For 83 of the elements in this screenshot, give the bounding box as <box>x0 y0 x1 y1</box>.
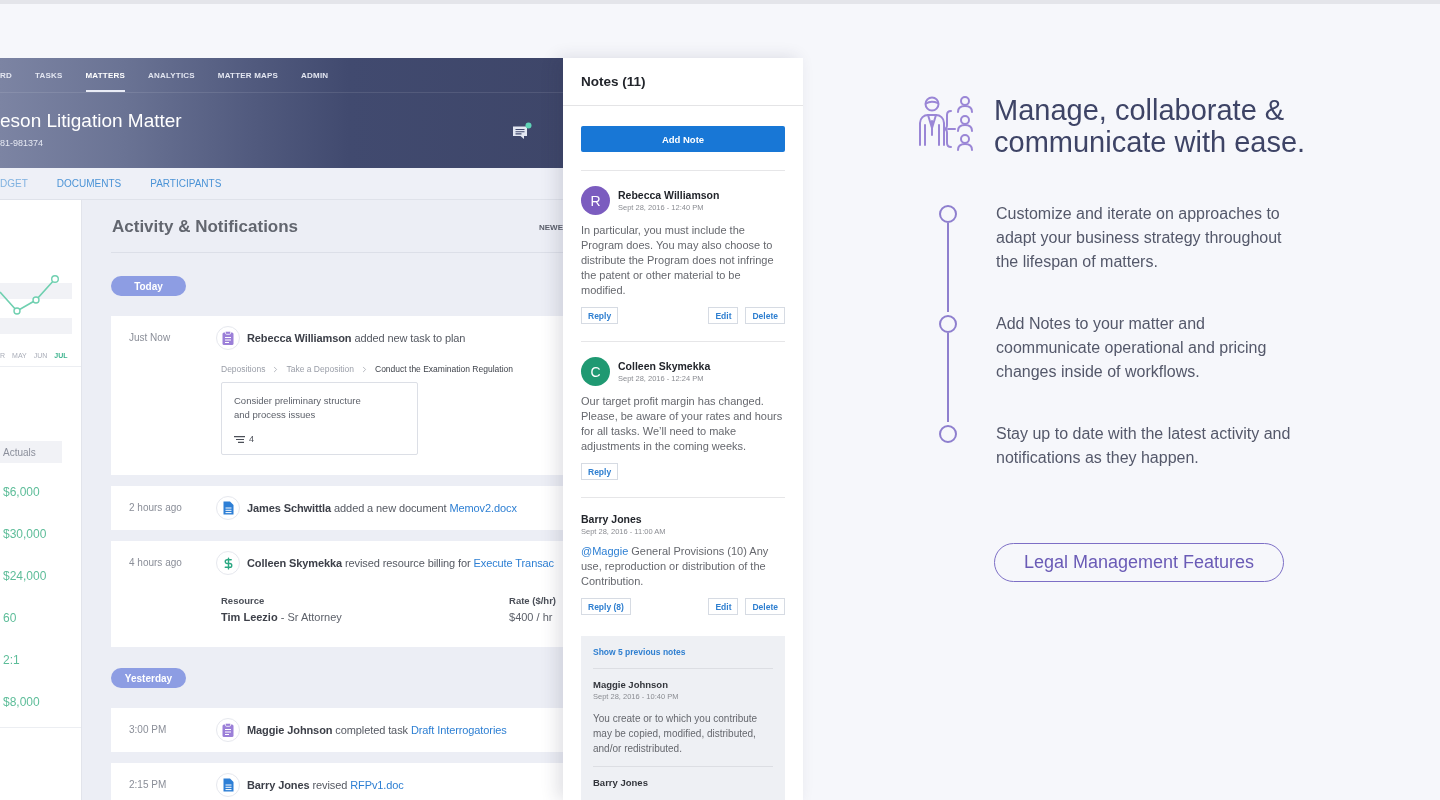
actual-value: $6,000 <box>3 485 40 499</box>
chevron-icon <box>360 364 369 374</box>
feature-heading: Manage, collaborate & communicate with ease. <box>994 94 1307 158</box>
activity-link[interactable]: Draft Interrogatories <box>410 724 507 736</box>
avatar: R <box>581 186 610 215</box>
sub-nav-tab[interactable]: PARTICIPANTS <box>150 178 222 189</box>
actual-value: $24,000 <box>3 569 47 583</box>
actual-value: 60 <box>3 611 17 625</box>
matter-title: eson Litigation Matter <box>0 109 182 132</box>
actual-value: $30,000 <box>3 527 47 541</box>
note-author: Barry Jones <box>581 513 643 525</box>
timeline-dot-icon <box>939 205 957 223</box>
people-icon <box>918 95 974 153</box>
section-title: Activity & Notifications <box>111 217 299 237</box>
sub-nav-tab[interactable]: DOCUMENTS <box>56 178 122 189</box>
activity-link[interactable]: Execute Transac <box>473 557 554 569</box>
clipboard-icon <box>216 326 240 350</box>
detail-label: Resource <box>221 594 266 607</box>
note-author: Colleen Skymekka <box>618 360 711 372</box>
note-action-button[interactable]: Delete <box>745 307 785 324</box>
feature-point: Add Notes to your matter and coommunicate operational and pricing changes inside of workflows. <box>996 314 1268 382</box>
breadcrumb-item[interactable]: Depositions <box>221 364 266 374</box>
day-label: Today <box>111 276 186 296</box>
sort-label[interactable]: NEWE <box>539 222 563 232</box>
nav-tab[interactable]: ADMIN <box>301 58 329 92</box>
activity-time: Just Now <box>129 332 171 343</box>
reply-author: Maggie Johnson <box>593 679 669 690</box>
note-action-button[interactable]: Reply (8) <box>581 598 631 615</box>
actual-value: 2:1 <box>3 653 20 667</box>
note-text: @Maggie General Provisions (10) Any use, reproduction or distribution of the Contribution. <box>581 544 770 589</box>
task-text: Consider preliminary structure and process issues <box>234 394 362 422</box>
activity-text: Colleen Skymekka revised resource billing for Execute Transac <box>247 556 555 571</box>
notes-title: Notes (11) <box>581 74 646 89</box>
note-text: Our target profit margin has changed. Please, be aware of your rates and hours for all tasks. We’ll need to make adjustments in the coming weeks. <box>581 394 784 454</box>
task-card[interactable]: Consider preliminary structure and process issues 4 <box>221 382 418 455</box>
clipboard-icon <box>216 718 240 742</box>
show-previous-link[interactable]: Show 5 previous notes <box>593 636 686 668</box>
feature-point: Customize and iterate on approaches to adapt your business strategy throughout the lifespan of matters. <box>996 204 1283 272</box>
add-note-button[interactable]: Add Note <box>581 126 785 152</box>
activity-link[interactable]: Memov2.docx <box>449 502 517 514</box>
activity-time: 3:00 PM <box>129 724 167 735</box>
avatar: C <box>581 357 610 386</box>
nav-tab[interactable]: TASKS <box>34 58 63 92</box>
note-text: In particular, you must include the Program does. You may also choose to distribute the Program does not infringe the patent or other material to be modified. <box>581 223 775 298</box>
day-label: Yesterday <box>111 668 186 688</box>
timeline-dot-icon <box>939 315 957 333</box>
reply-text: You create or to which you contribute may be copied, modified, distributed, and/or redistributed. <box>593 712 759 756</box>
document-icon <box>216 496 240 520</box>
activity-time: 4 hours ago <box>129 557 182 568</box>
activity-text: Rebecca Williamson added new task to plan <box>247 331 467 346</box>
detail-value: Tim Leezio - Sr Attorney <box>221 610 342 625</box>
lines-icon <box>234 435 245 443</box>
nav-tab[interactable]: MATTERS <box>85 58 125 92</box>
note-action-button[interactable]: Reply <box>581 463 619 480</box>
activity-time: 2 hours ago <box>129 502 182 513</box>
message-icon[interactable] <box>512 121 532 140</box>
activity-link[interactable]: RFPv1.doc <box>350 779 404 791</box>
document-icon <box>216 773 240 797</box>
activity-text: Maggie Johnson completed task Draft Interrogatories <box>247 723 508 738</box>
breadcrumb-item[interactable]: Take a Deposition <box>286 364 354 374</box>
note-action-button[interactable]: Reply <box>581 307 619 324</box>
nav-tab[interactable]: RD <box>0 58 12 92</box>
nav-tab[interactable]: MATTER MAPS <box>217 58 279 92</box>
detail-value: $400 / hr <box>509 610 554 625</box>
matter-number: 81-981374 <box>0 137 45 148</box>
breadcrumb-item[interactable]: Conduct the Examination Regulation <box>375 364 513 374</box>
dollar-icon <box>216 551 240 575</box>
mention-link[interactable]: @Maggie <box>581 545 629 557</box>
actuals-header: Actuals <box>0 441 62 463</box>
note-action-button[interactable]: Delete <box>745 598 785 615</box>
detail-label: Rate ($/hr) <box>509 594 556 607</box>
timeline-dot-icon <box>939 425 957 443</box>
actual-value: $8,000 <box>3 695 40 709</box>
note-author: Rebecca Williamson <box>618 189 720 201</box>
nav-tab[interactable]: ANALYTICS <box>148 58 195 92</box>
subtask-count: 4 <box>249 434 254 444</box>
note-action-button[interactable]: Edit <box>708 598 739 615</box>
feature-point: Stay up to date with the latest activity and notifications as they happen. <box>996 424 1292 468</box>
activity-text: James Schwittla added a new document Memov2.docx <box>247 501 518 516</box>
activity-text: Barry Jones revised RFPv1.doc <box>247 778 405 793</box>
activity-time: 2:15 PM <box>129 779 167 790</box>
reply-author: Barry Jones <box>593 777 649 788</box>
note-action-button[interactable]: Edit <box>708 307 739 324</box>
